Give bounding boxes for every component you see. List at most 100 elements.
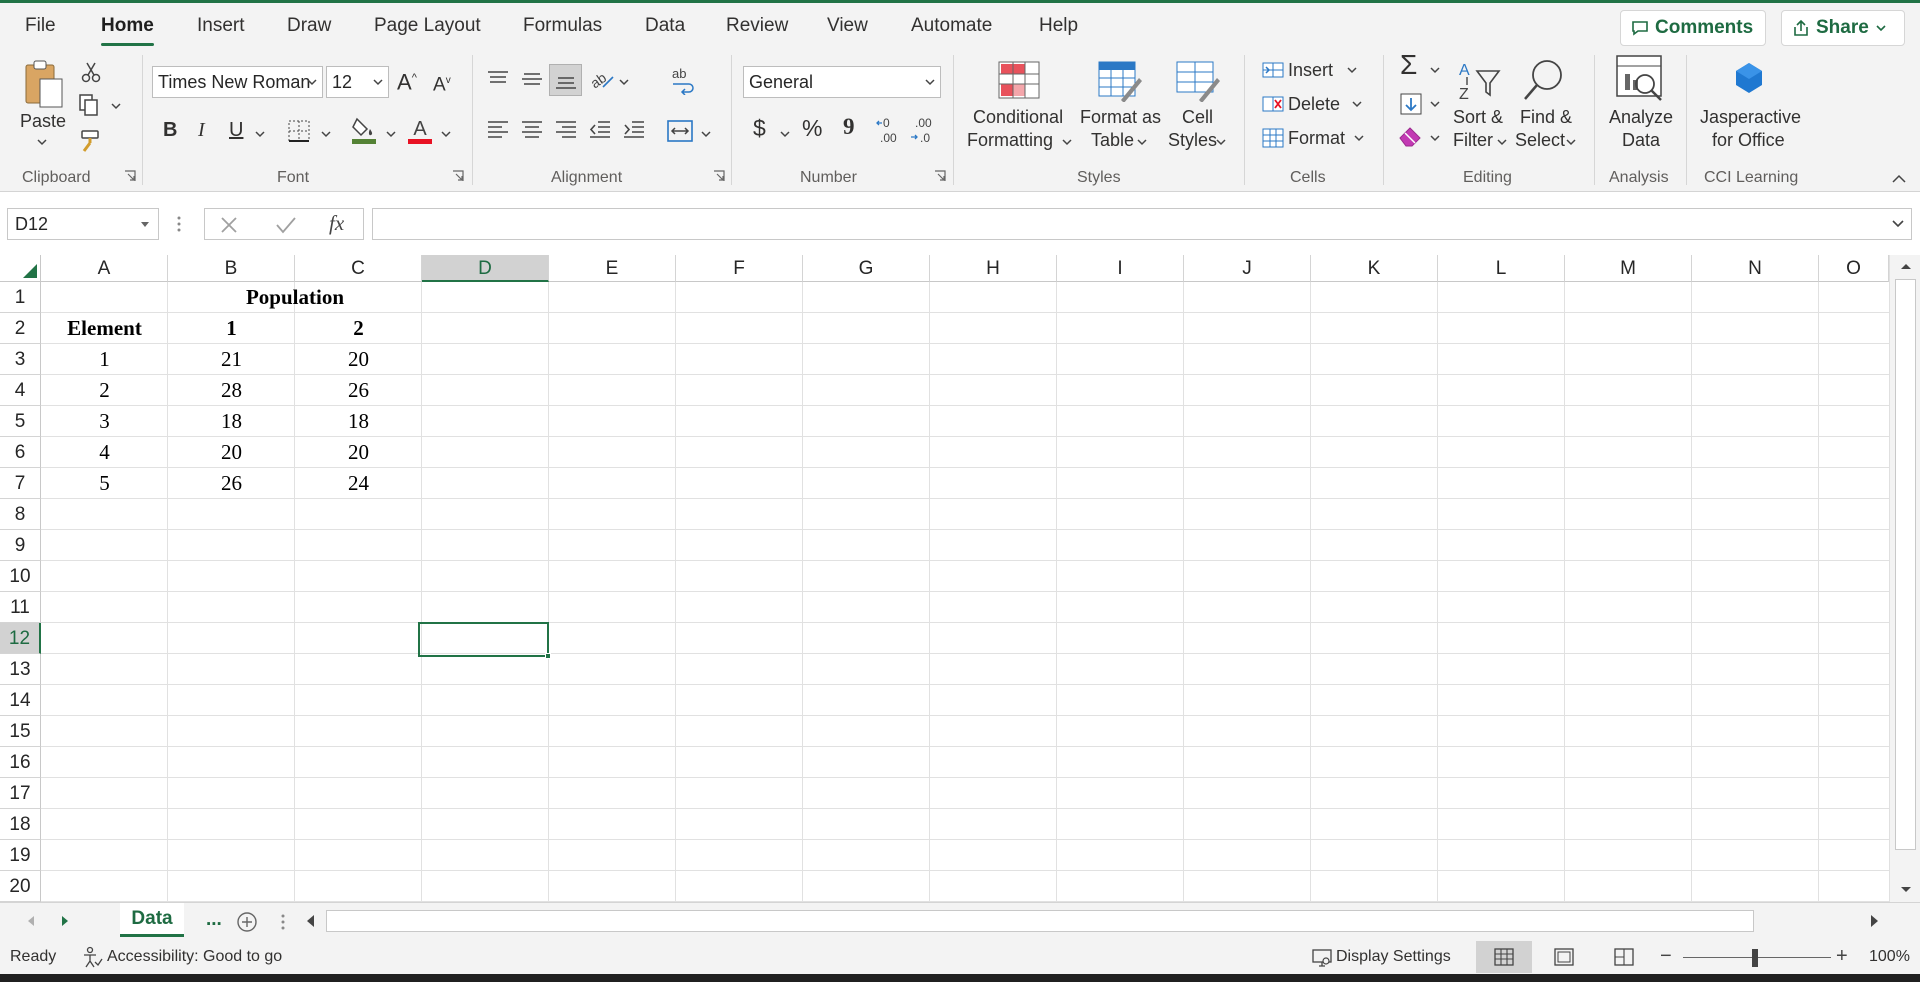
jasperactive-label-1[interactable]: Jasperactive bbox=[1700, 106, 1801, 129]
sheet-tab-data[interactable]: Data bbox=[120, 903, 184, 937]
row-header[interactable]: 1 bbox=[0, 282, 41, 313]
align-center-icon[interactable] bbox=[520, 120, 544, 140]
tab-insert[interactable]: Insert bbox=[197, 15, 245, 37]
autosum-icon[interactable]: Σ bbox=[1400, 51, 1417, 79]
data-cell[interactable]: 20 bbox=[168, 437, 295, 468]
cut-icon[interactable] bbox=[80, 61, 102, 83]
row-header[interactable]: 20 bbox=[0, 871, 41, 902]
tab-file[interactable]: File bbox=[25, 15, 56, 37]
row-header[interactable]: 18 bbox=[0, 809, 41, 840]
conditional-formatting-label-2[interactable]: Formatting bbox=[967, 129, 1053, 152]
row-header[interactable]: 5 bbox=[0, 406, 41, 437]
scroll-right-icon[interactable] bbox=[1868, 914, 1880, 928]
horizontal-scroll-thumb[interactable] bbox=[326, 910, 1754, 932]
zoom-in-icon[interactable]: + bbox=[1836, 945, 1848, 968]
row-header[interactable]: 15 bbox=[0, 716, 41, 747]
add-sheet-icon[interactable] bbox=[236, 911, 258, 933]
fill-handle[interactable] bbox=[545, 653, 551, 659]
row-header[interactable]: 11 bbox=[0, 592, 41, 623]
column-header[interactable]: A bbox=[41, 255, 168, 282]
vertical-scroll-thumb[interactable] bbox=[1895, 279, 1916, 850]
tab-data[interactable]: Data bbox=[645, 15, 685, 37]
cell-styles-label-1[interactable]: Cell bbox=[1182, 106, 1213, 129]
decrease-indent-icon[interactable] bbox=[588, 120, 612, 140]
number-format-combo[interactable]: General bbox=[743, 66, 941, 98]
column-header[interactable]: C bbox=[295, 255, 422, 282]
select-all-button[interactable] bbox=[0, 255, 41, 282]
scroll-left-icon[interactable] bbox=[305, 914, 317, 928]
increase-indent-icon[interactable] bbox=[622, 120, 646, 140]
next-sheet-icon[interactable] bbox=[60, 915, 70, 927]
data-cell[interactable]: 26 bbox=[168, 468, 295, 499]
row-header[interactable]: 6 bbox=[0, 437, 41, 468]
format-painter-icon[interactable] bbox=[78, 129, 102, 153]
header-cell-population-2[interactable]: 2 bbox=[295, 313, 422, 344]
jasperactive-icon[interactable] bbox=[1733, 61, 1765, 95]
data-cell[interactable]: 26 bbox=[295, 375, 422, 406]
copy-icon[interactable] bbox=[78, 93, 100, 117]
jasperactive-label-2[interactable]: for Office bbox=[1712, 129, 1785, 152]
increase-font-size-icon[interactable]: A^ bbox=[397, 67, 417, 93]
decrease-font-size-icon[interactable]: Av bbox=[433, 69, 451, 96]
decrease-decimal-icon[interactable]: .00.0 bbox=[910, 115, 938, 145]
tab-automate[interactable]: Automate bbox=[911, 15, 992, 37]
sort-filter-icon[interactable]: AZ bbox=[1457, 59, 1503, 105]
row-header[interactable]: 17 bbox=[0, 778, 41, 809]
column-header[interactable]: E bbox=[549, 255, 676, 282]
comments-button[interactable]: Comments bbox=[1620, 10, 1766, 46]
number-launcher-icon[interactable] bbox=[934, 170, 946, 182]
zoom-out-icon[interactable]: − bbox=[1660, 945, 1672, 968]
cancel-icon[interactable] bbox=[219, 215, 239, 235]
enter-icon[interactable] bbox=[275, 215, 297, 235]
font-color-dropdown-icon[interactable] bbox=[440, 129, 452, 139]
clear-dropdown-icon[interactable] bbox=[1429, 133, 1441, 143]
column-header[interactable]: K bbox=[1311, 255, 1438, 282]
find-select-label-1[interactable]: Find & bbox=[1520, 106, 1572, 129]
analyze-data-icon[interactable] bbox=[1615, 54, 1667, 104]
paste-dropdown-icon[interactable] bbox=[36, 137, 48, 147]
display-settings-label[interactable]: Display Settings bbox=[1336, 948, 1451, 966]
more-sheets-button[interactable]: ... bbox=[206, 909, 222, 931]
page-break-preview-icon[interactable] bbox=[1614, 948, 1634, 966]
display-settings-icon[interactable] bbox=[1311, 948, 1333, 968]
underline-button[interactable]: U bbox=[229, 119, 243, 142]
conditional-formatting-label-1[interactable]: Conditional bbox=[973, 106, 1063, 129]
currency-dropdown-icon[interactable] bbox=[779, 129, 791, 139]
insert-cells-label[interactable]: Insert bbox=[1288, 59, 1333, 82]
orientation-icon[interactable]: ab bbox=[589, 67, 615, 91]
tab-draw[interactable]: Draw bbox=[287, 15, 331, 37]
conditional-formatting-icon[interactable] bbox=[997, 60, 1041, 100]
font-name-combo[interactable]: Times New Roman bbox=[152, 66, 323, 98]
underline-dropdown-icon[interactable] bbox=[254, 129, 266, 139]
wrap-text-icon[interactable]: ab bbox=[670, 67, 696, 95]
comma-style-button[interactable]: 9 bbox=[843, 115, 855, 138]
merge-center-icon[interactable] bbox=[666, 119, 694, 143]
format-as-table-icon[interactable] bbox=[1097, 60, 1143, 102]
analyze-data-label-2[interactable]: Data bbox=[1622, 129, 1660, 152]
row-header[interactable]: 12 bbox=[0, 623, 41, 654]
column-header[interactable]: J bbox=[1184, 255, 1311, 282]
table-title-cell[interactable]: Population bbox=[168, 282, 422, 313]
expand-formula-bar-icon[interactable] bbox=[1891, 219, 1905, 229]
tab-formulas[interactable]: Formulas bbox=[523, 15, 602, 37]
copy-dropdown-icon[interactable] bbox=[110, 101, 122, 111]
merge-dropdown-icon[interactable] bbox=[700, 129, 712, 139]
column-header[interactable]: H bbox=[930, 255, 1057, 282]
align-right-icon[interactable] bbox=[554, 120, 578, 140]
cell-area[interactable]: Population Element 1 2 1 21 20 2 28 26 3 18 18 4 2… bbox=[41, 282, 1889, 902]
data-cell[interactable]: 3 bbox=[41, 406, 168, 437]
insert-function-icon[interactable]: fx bbox=[329, 211, 344, 236]
accessibility-icon[interactable] bbox=[81, 946, 103, 968]
column-header[interactable]: G bbox=[803, 255, 930, 282]
column-header[interactable]: B bbox=[168, 255, 295, 282]
row-header[interactable]: 10 bbox=[0, 561, 41, 592]
format-as-table-label-1[interactable]: Format as bbox=[1080, 106, 1161, 129]
format-cells-icon[interactable] bbox=[1261, 127, 1285, 149]
insert-cells-icon[interactable] bbox=[1261, 59, 1285, 81]
alignment-launcher-icon[interactable] bbox=[713, 170, 725, 182]
analyze-data-label-1[interactable]: Analyze bbox=[1609, 106, 1673, 129]
data-cell[interactable]: 20 bbox=[295, 344, 422, 375]
format-as-table-label-2[interactable]: Table bbox=[1091, 129, 1134, 152]
share-button[interactable]: Share bbox=[1781, 10, 1905, 46]
font-color-icon[interactable]: A bbox=[407, 115, 433, 145]
